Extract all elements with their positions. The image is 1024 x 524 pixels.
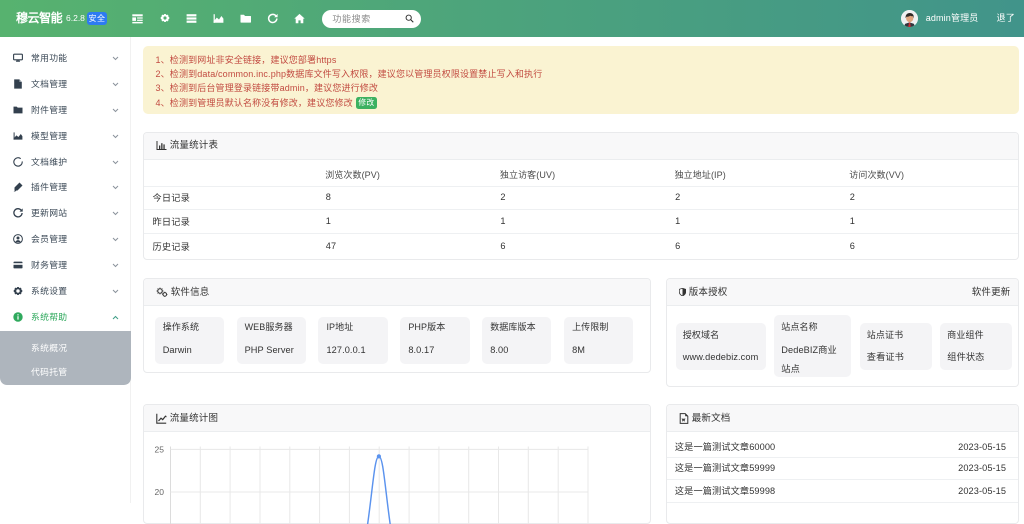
svg-text:25: 25 (155, 444, 165, 454)
svg-text:20: 20 (155, 487, 165, 497)
